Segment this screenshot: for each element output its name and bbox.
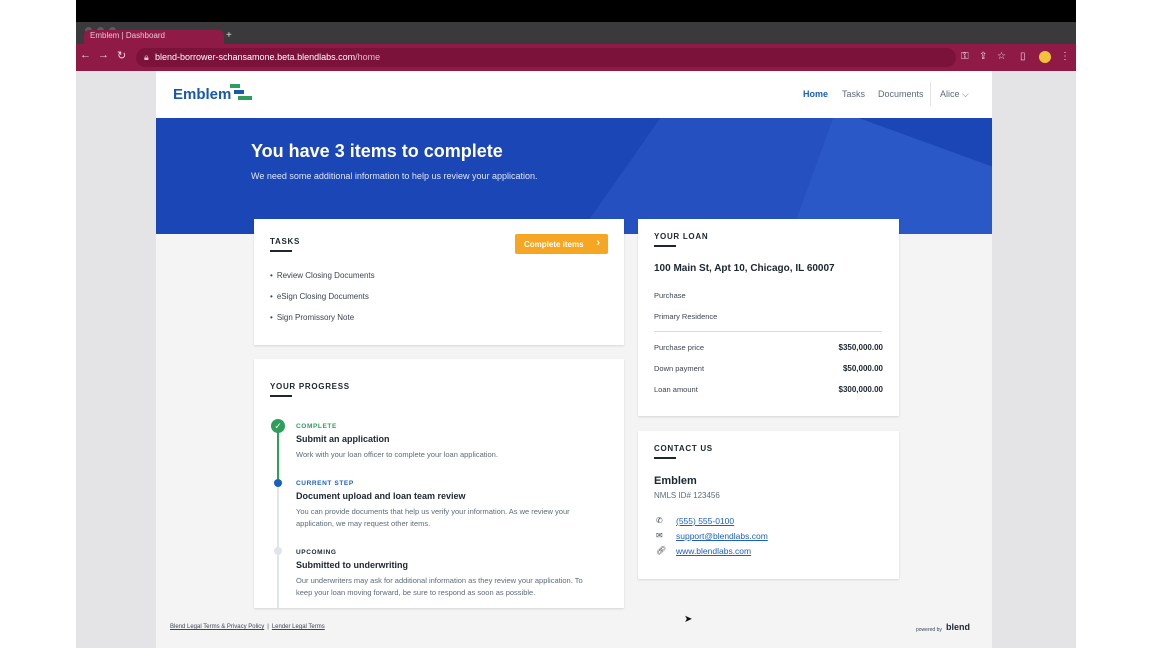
step-description: Work with your loan officer to complete … [296, 450, 498, 459]
right-margin [1076, 0, 1152, 648]
url-text[interactable]: blend-borrower-schansamone.beta.blendlab… [155, 52, 380, 62]
profile-avatar[interactable] [1039, 51, 1051, 63]
hero-subtitle: We need some additional information to h… [251, 171, 538, 181]
user-name: Alice [940, 89, 960, 99]
menu-icon[interactable]: ⋮ [1060, 51, 1070, 62]
nav-home[interactable]: Home [803, 89, 828, 99]
phone-link[interactable]: (555) 555-0100 [676, 516, 734, 526]
tasks-card: TASKS Complete items› Review Closing Doc… [254, 219, 624, 345]
loan-row-value: $50,000.00 [842, 364, 883, 373]
share-icon[interactable]: ⇪ [979, 51, 987, 62]
divider [654, 331, 882, 332]
sidebar-icon[interactable]: ▯ [1020, 51, 1026, 62]
step-title: Submitted to underwriting [296, 560, 408, 570]
browser-window: Emblem | Dashboard + ← → ↻ 🔒︎ blend-borr… [76, 0, 1076, 648]
loan-row-label: Purchase price [654, 343, 705, 352]
powered-by-text: powered by [916, 627, 942, 633]
loan-type: Purchase [654, 291, 686, 300]
title-underline [654, 457, 676, 459]
blend-legal-link[interactable]: Blend Legal Terms & Privacy Policy [170, 624, 264, 630]
loan-row-label: Loan amount [654, 385, 698, 394]
mouse-cursor-icon: ➤ [684, 614, 693, 625]
email-link[interactable]: support@blendlabs.com [676, 531, 768, 541]
link-icon: 🔗︎ [656, 546, 667, 555]
lock-icon[interactable]: 🔒︎ [144, 52, 149, 63]
page: Emblem Home Tasks Documents Alice ⌵ You … [156, 71, 992, 648]
contact-name: Emblem [654, 475, 697, 487]
loan-row-value: $300,000.00 [838, 385, 884, 394]
step-status-upcoming: UPCOMING [296, 549, 337, 556]
logo-text[interactable]: Emblem [173, 86, 231, 103]
task-item: Sign Promissory Note [270, 313, 354, 322]
key-icon[interactable]: ⚿ [961, 51, 969, 62]
phone-icon: ✆ [656, 516, 663, 525]
step-status-complete: COMPLETE [296, 423, 337, 430]
check-icon: ✓ [271, 419, 285, 433]
step-status-current: CURRENT STEP [296, 480, 354, 487]
title-underline [270, 395, 292, 397]
blend-logo: blend [946, 622, 970, 632]
star-icon[interactable]: ☆ [997, 51, 1006, 62]
loan-row-value: $350,000.00 [838, 343, 884, 352]
step-description: Our underwriters may ask for additional … [296, 576, 583, 597]
complete-items-button[interactable]: Complete items › [515, 234, 608, 254]
new-tab-button[interactable]: + [226, 30, 232, 41]
user-menu[interactable]: Alice ⌵ [940, 89, 969, 100]
reload-icon[interactable]: ↻ [117, 49, 126, 62]
window-top-bar [76, 0, 1076, 22]
task-item: Review Closing Documents [270, 271, 375, 280]
site-header: Emblem Home Tasks Documents Alice ⌵ [156, 71, 992, 118]
forward-icon[interactable]: → [98, 49, 109, 61]
step-title: Document upload and loan team review [296, 491, 466, 501]
mail-icon: ✉ [656, 531, 663, 540]
nav-documents[interactable]: Documents [878, 89, 924, 99]
tasks-title: TASKS [270, 237, 301, 246]
nav-divider [930, 82, 931, 106]
loan-address: 100 Main St, Apt 10, Chicago, IL 60007 [654, 263, 835, 274]
loan-occupancy: Primary Residence [654, 312, 718, 321]
current-step-dot [274, 479, 282, 487]
left-margin [0, 0, 76, 648]
loan-row-label: Down payment [654, 364, 705, 373]
hero-banner: You have 3 items to complete We need som… [156, 118, 992, 234]
loan-title: YOUR LOAN [654, 232, 709, 241]
website-link[interactable]: www.blendlabs.com [676, 546, 751, 556]
loan-card: YOUR LOAN 100 Main St, Apt 10, Chicago, … [638, 219, 899, 416]
contact-card: CONTACT US Emblem NMLS ID# 123456 ✆ (555… [638, 431, 899, 579]
logo-mark-icon [230, 84, 252, 100]
nav-tasks[interactable]: Tasks [842, 89, 865, 99]
hero-title: You have 3 items to complete [251, 141, 503, 161]
chevron-down-icon: ⌵ [962, 89, 969, 99]
browser-tab-title: Emblem | Dashboard [90, 31, 165, 40]
nmls-id: NMLS ID# 123456 [654, 491, 720, 500]
chevron-right-icon: › [596, 237, 600, 249]
title-underline [270, 250, 292, 252]
progress-title: YOUR PROGRESS [270, 382, 350, 391]
progress-line-complete [277, 429, 279, 479]
step-title: Submit an application [296, 434, 390, 444]
step-description: You can provide documents that help us v… [296, 507, 570, 528]
title-underline [654, 245, 676, 247]
back-icon[interactable]: ← [80, 49, 91, 61]
task-item: eSign Closing Documents [270, 292, 369, 301]
footer-separator: | [267, 624, 269, 630]
contact-title: CONTACT US [654, 444, 713, 453]
upcoming-step-dot [274, 547, 282, 555]
progress-card: YOUR PROGRESS ✓ COMPLETE Submit an appli… [254, 359, 624, 608]
lender-legal-link[interactable]: Lender Legal Terms [272, 624, 325, 630]
footer-links: Blend Legal Terms & Privacy Policy | Lende… [170, 624, 325, 630]
